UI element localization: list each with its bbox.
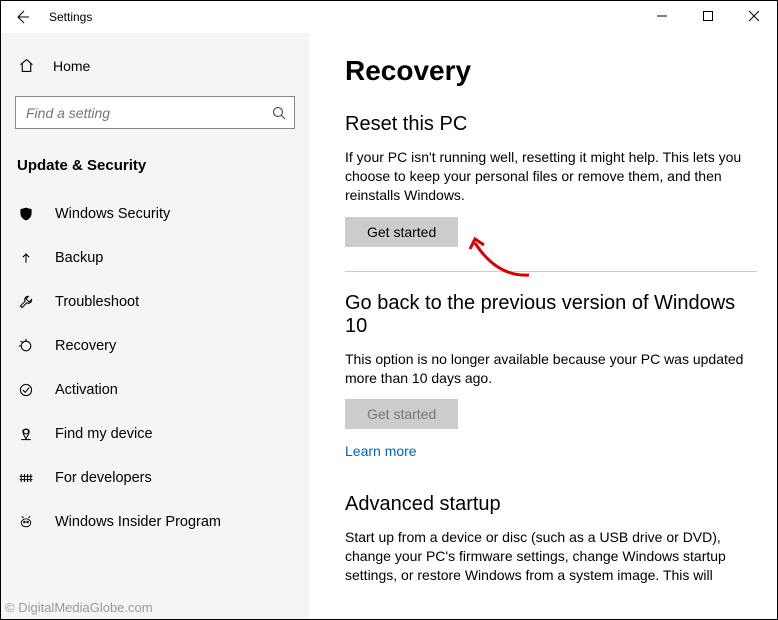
watermark: © DigitalMediaGlobe.com bbox=[5, 600, 153, 615]
window-title: Settings bbox=[49, 10, 92, 24]
sidebar-item-label: Find my device bbox=[55, 426, 153, 442]
section-reset-pc: Reset this PC If your PC isn't running w… bbox=[345, 113, 757, 247]
reset-get-started-button[interactable]: Get started bbox=[345, 217, 458, 247]
sidebar-item-label: Windows Security bbox=[55, 206, 170, 222]
backup-icon bbox=[17, 249, 35, 267]
back-icon[interactable] bbox=[13, 8, 31, 26]
sidebar-item-windows-security[interactable]: Windows Security bbox=[1, 192, 309, 236]
home-icon bbox=[17, 57, 35, 74]
sidebar-home-label: Home bbox=[53, 58, 90, 74]
section-advanced-startup: Advanced startup Start up from a device … bbox=[345, 493, 757, 585]
advanced-body: Start up from a device or disc (such as … bbox=[345, 528, 757, 585]
sidebar-item-for-developers[interactable]: For developers bbox=[1, 456, 309, 500]
maximize-button[interactable] bbox=[685, 1, 731, 31]
search-input[interactable] bbox=[15, 96, 295, 129]
goback-heading: Go back to the previous version of Windo… bbox=[345, 292, 757, 338]
sidebar-item-windows-insider[interactable]: Windows Insider Program bbox=[1, 500, 309, 544]
sidebar-item-label: Windows Insider Program bbox=[55, 514, 221, 530]
goback-get-started-button: Get started bbox=[345, 399, 458, 429]
section-go-back: Go back to the previous version of Windo… bbox=[345, 292, 757, 460]
sidebar: Home Update & Security Windows Security … bbox=[1, 33, 309, 619]
reset-heading: Reset this PC bbox=[345, 113, 757, 136]
main-content: Recovery Reset this PC If your PC isn't … bbox=[309, 33, 777, 619]
search-container bbox=[15, 96, 295, 129]
sidebar-item-label: For developers bbox=[55, 470, 152, 486]
sidebar-item-label: Activation bbox=[55, 382, 118, 398]
sidebar-home[interactable]: Home bbox=[1, 45, 309, 86]
sidebar-item-label: Troubleshoot bbox=[55, 294, 139, 310]
sidebar-item-label: Backup bbox=[55, 250, 103, 266]
recovery-icon bbox=[17, 337, 35, 355]
insider-icon bbox=[17, 513, 35, 531]
sidebar-item-activation[interactable]: Activation bbox=[1, 368, 309, 412]
search-icon bbox=[271, 105, 287, 121]
goback-body: This option is no longer available becau… bbox=[345, 350, 757, 388]
sidebar-item-label: Recovery bbox=[55, 338, 116, 354]
page-title: Recovery bbox=[345, 55, 757, 87]
sidebar-item-troubleshoot[interactable]: Troubleshoot bbox=[1, 280, 309, 324]
sidebar-category: Update & Security bbox=[1, 151, 309, 192]
check-circle-icon bbox=[17, 381, 35, 399]
sidebar-item-backup[interactable]: Backup bbox=[1, 236, 309, 280]
learn-more-link[interactable]: Learn more bbox=[345, 443, 417, 459]
section-divider bbox=[345, 271, 757, 272]
reset-body: If your PC isn't running well, resetting… bbox=[345, 148, 757, 205]
shield-icon bbox=[17, 205, 35, 223]
location-icon bbox=[17, 425, 35, 443]
sidebar-item-find-my-device[interactable]: Find my device bbox=[1, 412, 309, 456]
minimize-button[interactable] bbox=[639, 1, 685, 31]
wrench-icon bbox=[17, 293, 35, 311]
close-button[interactable] bbox=[731, 1, 777, 31]
advanced-heading: Advanced startup bbox=[345, 493, 757, 516]
titlebar: Settings bbox=[1, 1, 777, 33]
developer-icon bbox=[17, 469, 35, 487]
sidebar-item-recovery[interactable]: Recovery bbox=[1, 324, 309, 368]
